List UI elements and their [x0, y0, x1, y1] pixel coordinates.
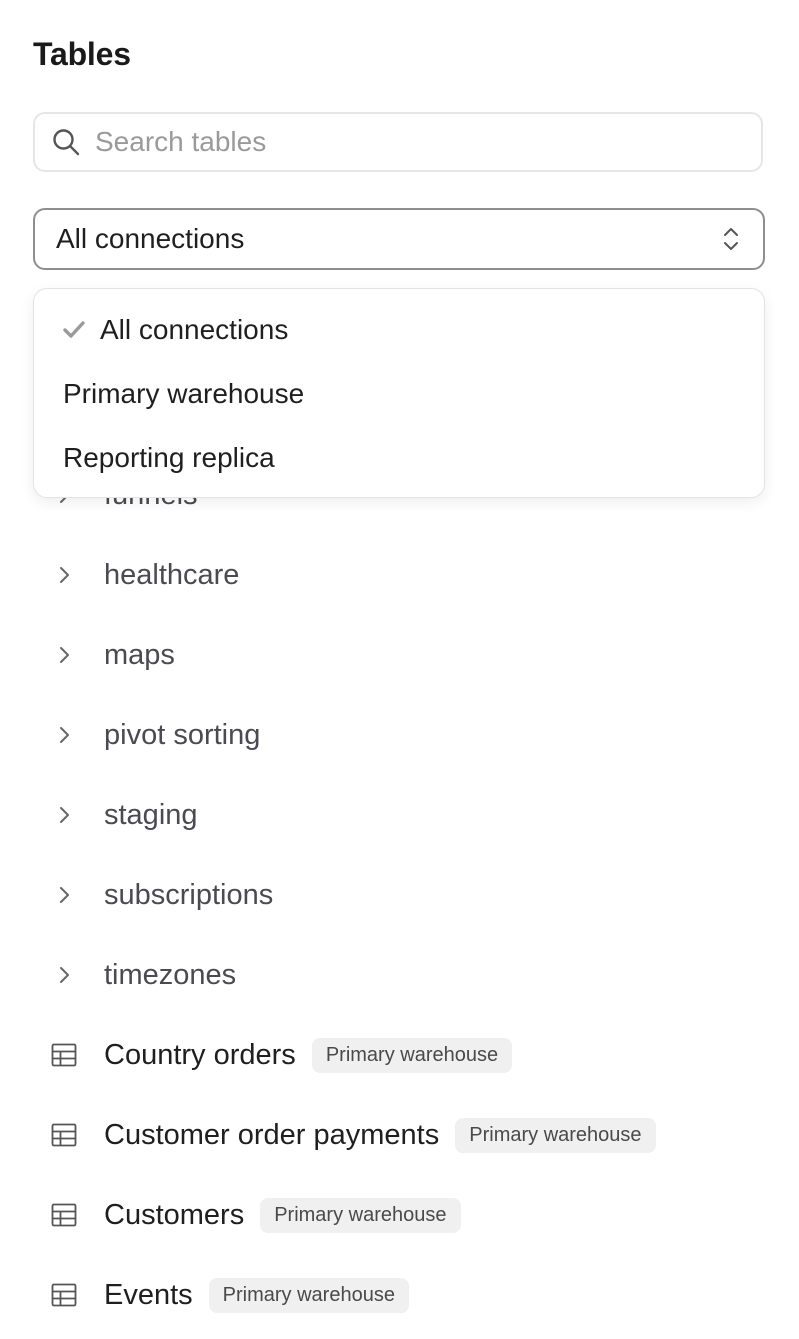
table-name: Customer order payments [104, 1118, 440, 1151]
table-icon [51, 1043, 77, 1067]
folder-item[interactable]: maps [0, 625, 799, 685]
table-item[interactable]: Customers Primary warehouse [0, 1185, 799, 1245]
dropdown-option-label: Primary warehouse [63, 378, 305, 409]
search-icon [53, 129, 80, 156]
tables-panel: Tables All connections funnels All conne… [0, 0, 799, 1339]
table-item[interactable]: Customer order payments Primary warehous… [0, 1105, 799, 1165]
connection-badge: Primary warehouse [455, 1117, 656, 1153]
table-item[interactable]: Country orders Primary warehouse [0, 1025, 799, 1085]
folder-item[interactable]: staging [0, 785, 799, 845]
chevron-right-icon [60, 967, 69, 983]
folder-name: maps [104, 638, 175, 671]
chevron-right-icon [60, 727, 69, 743]
folder-name: pivot sorting [104, 718, 261, 751]
chevron-right-icon [60, 647, 69, 663]
connection-select-value: All connections [56, 223, 245, 254]
dropdown-option-label: Reporting replica [63, 442, 275, 473]
chevron-right-icon [60, 567, 69, 583]
table-icon [51, 1203, 77, 1227]
folder-item[interactable]: timezones [0, 945, 799, 1005]
chevron-right-icon [60, 887, 69, 903]
folder-item[interactable]: subscriptions [0, 865, 799, 925]
connection-badge: Primary warehouse [311, 1037, 513, 1073]
connection-badge: Primary warehouse [208, 1277, 409, 1313]
connection-select[interactable]: All connections [33, 208, 765, 270]
table-icon [51, 1283, 77, 1307]
search-input[interactable] [95, 126, 695, 158]
table-item[interactable]: Events Primary warehouse [0, 1265, 799, 1325]
page-title: Tables [33, 36, 131, 72]
table-icon [51, 1123, 77, 1147]
folder-name: subscriptions [104, 878, 274, 911]
folder-name: healthcare [104, 558, 240, 591]
folder-item[interactable]: pivot sorting [0, 705, 799, 765]
dropdown-option-all-connections[interactable]: All connections [34, 300, 764, 360]
table-name: Events [104, 1278, 193, 1311]
connection-badge: Primary warehouse [260, 1197, 461, 1233]
chevron-up-down-icon [724, 228, 738, 250]
check-icon [63, 321, 85, 338]
search-box[interactable] [33, 112, 763, 172]
folder-item[interactable]: healthcare [0, 545, 799, 605]
dropdown-option-primary-warehouse[interactable]: Primary warehouse [34, 364, 764, 424]
connection-dropdown: All connections Primary warehouse Report… [33, 288, 765, 498]
table-name: Country orders [104, 1038, 296, 1071]
dropdown-option-label: All connections [100, 314, 289, 345]
dropdown-option-reporting-replica[interactable]: Reporting replica [34, 428, 764, 488]
table-name: Customers [104, 1198, 245, 1231]
folder-name: staging [104, 798, 198, 831]
folder-name: timezones [104, 958, 237, 991]
chevron-right-icon [60, 807, 69, 823]
